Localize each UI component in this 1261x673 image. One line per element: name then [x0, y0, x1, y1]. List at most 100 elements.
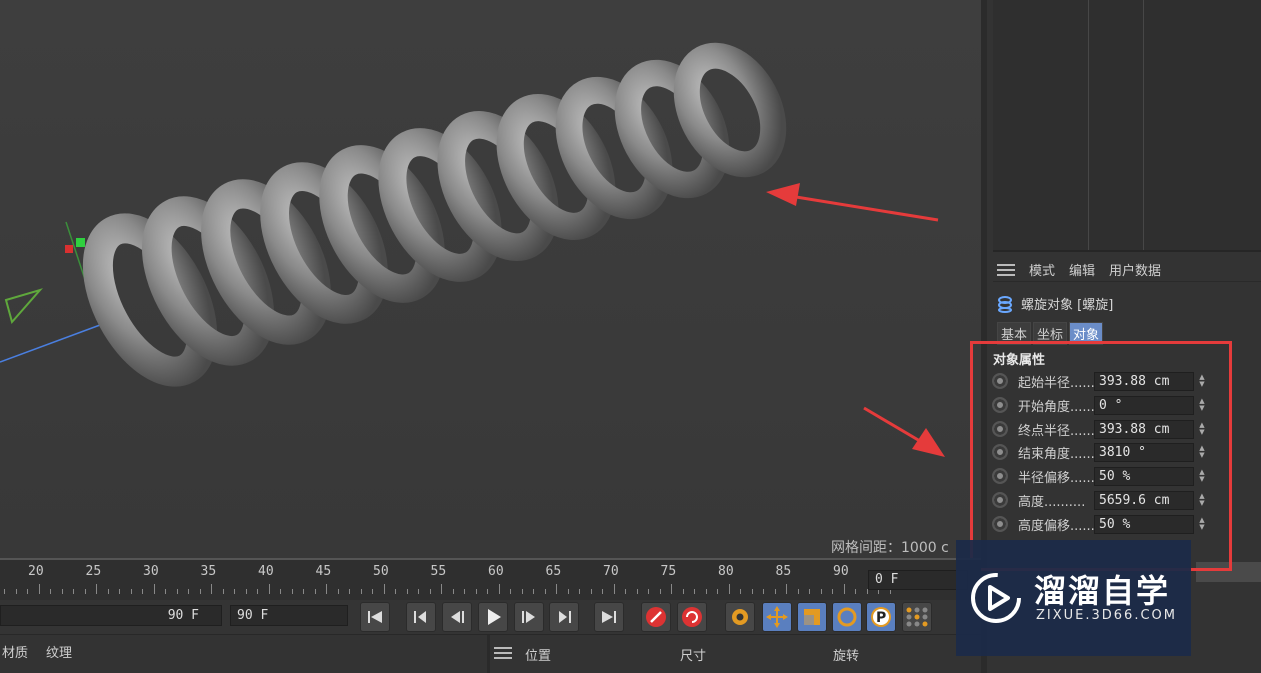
attribute-menu-bar: 模式 编辑 用户数据	[993, 258, 1261, 282]
timeline-tick	[843, 584, 845, 594]
timeline-tick	[728, 584, 730, 594]
timeline-tick	[291, 589, 293, 594]
timeline-tick	[4, 589, 5, 594]
timeline-tick	[521, 589, 523, 594]
autokey-button[interactable]	[677, 602, 707, 632]
timeline-tick	[705, 589, 707, 594]
parameter-icon: P	[871, 607, 891, 627]
timeline-tick-label: 40	[258, 564, 274, 579]
object-title-text: 螺旋对象 [螺旋]	[1021, 298, 1114, 313]
timeline-tick	[50, 589, 51, 594]
timeline-tick-label: 60	[488, 564, 504, 579]
parameter-button[interactable]: P	[866, 602, 896, 632]
menu-icon[interactable]	[997, 263, 1015, 276]
next-key-button[interactable]	[549, 602, 579, 632]
timeline-tick	[855, 589, 856, 594]
menu-texture[interactable]: 纹理	[46, 642, 72, 661]
current-frame-field[interactable]: 0 F	[868, 570, 968, 590]
timeline-tick	[337, 589, 339, 594]
watermark: 溜溜自学 ZIXUE.3D66.COM	[956, 540, 1191, 656]
timeline-tick	[682, 589, 684, 594]
timeline-tick	[659, 589, 661, 594]
timeline-tick	[395, 589, 396, 594]
grid-spacing-label: 网格间距：1000 c	[831, 540, 949, 556]
timeline-tick	[625, 589, 626, 594]
coordinates-menu-icon[interactable]	[494, 647, 512, 659]
next-frame-button[interactable]	[514, 602, 544, 632]
timeline-tick	[406, 589, 408, 594]
menu-edit[interactable]: 编辑	[1069, 260, 1095, 279]
move-button[interactable]	[762, 602, 792, 632]
timeline-tick-label: 70	[603, 564, 619, 579]
scale-button[interactable]	[797, 602, 827, 632]
helix-turn	[555, 76, 673, 220]
timeline-tick	[222, 589, 224, 594]
timeline-tick	[763, 589, 764, 594]
object-title: 螺旋对象 [螺旋]	[997, 294, 1113, 313]
timeline-tick	[751, 589, 753, 594]
svg-text:P: P	[876, 610, 886, 626]
timeline-tick	[61, 589, 63, 594]
record-button[interactable]	[641, 602, 671, 632]
object-manager[interactable]	[993, 0, 1261, 252]
x-axis-handle[interactable]	[65, 245, 73, 253]
timeline-ruler[interactable]: 20 25 30 35 40 45 50 55 60 65 70 75 80 85 90 0 F	[0, 558, 981, 600]
watermark-logo-icon	[971, 573, 1021, 623]
timeline-tick-label: 30	[143, 564, 159, 579]
menu-mode[interactable]: 模式	[1029, 260, 1055, 279]
viewport-scene	[0, 41, 945, 457]
timeline-tick	[441, 584, 442, 594]
timeline-tick	[176, 589, 178, 594]
annotation-arrow-helix	[766, 183, 939, 222]
timeline-tick	[38, 584, 40, 594]
y-axis-handle[interactable]	[76, 238, 85, 247]
timeline-tick	[303, 589, 304, 594]
rotate-icon	[837, 607, 857, 627]
timeline-tick-label: 35	[200, 564, 217, 579]
timeline-tick	[717, 589, 718, 594]
timeline-tick	[27, 589, 28, 594]
timeline-tick	[15, 589, 17, 594]
timeline-tick	[567, 589, 569, 594]
helix-turn	[496, 93, 616, 241]
max-frame-field[interactable]: 90 F	[230, 605, 348, 626]
previous-frame-button[interactable]	[442, 602, 472, 632]
timeline-tick	[671, 584, 672, 594]
go-to-start-button[interactable]	[360, 602, 390, 632]
next-frame-icon	[522, 611, 535, 623]
timeline-tick	[809, 589, 810, 594]
next-key-icon	[559, 611, 571, 623]
z-axis-line	[0, 324, 101, 363]
end-frame-field[interactable]: 90 F	[0, 605, 222, 626]
menu-material[interactable]: 材质	[2, 642, 28, 661]
grid-dots-icon	[906, 607, 928, 627]
autokey-icon	[682, 607, 702, 627]
timeline-tick	[234, 589, 235, 594]
timeline-tick	[498, 584, 500, 594]
menu-user-data[interactable]: 用户数据	[1109, 260, 1161, 279]
3d-viewport[interactable]: 网格间距：1000 c	[0, 0, 981, 558]
timeline-tick	[418, 589, 419, 594]
helix-spring-object[interactable]	[76, 41, 790, 389]
keyframe-settings-button[interactable]	[725, 602, 755, 632]
transport-bar: 90 F 90 F P	[0, 600, 981, 634]
play-button[interactable]	[478, 602, 508, 632]
timeline-tick	[774, 589, 776, 594]
timeline-tick-label: 80	[718, 564, 734, 579]
helix-turn	[614, 59, 730, 199]
point-level-button[interactable]	[902, 602, 932, 632]
watermark-url: ZIXUE.3D66.COM	[1036, 608, 1177, 623]
previous-key-button[interactable]	[406, 602, 436, 632]
play-icon	[488, 609, 501, 625]
go-to-end-button[interactable]	[594, 602, 624, 632]
timeline-tick-label: 75	[660, 564, 677, 579]
timeline-tick-label: 85	[775, 564, 792, 579]
rotate-button[interactable]	[832, 602, 862, 632]
timeline-tick	[360, 589, 362, 594]
timeline-tick	[349, 589, 350, 594]
panel-divider	[487, 635, 490, 673]
timeline-tick	[556, 584, 557, 594]
watermark-title: 溜溜自学	[1034, 572, 1171, 610]
timeline-tick	[636, 589, 638, 594]
helix-turn	[673, 42, 787, 178]
